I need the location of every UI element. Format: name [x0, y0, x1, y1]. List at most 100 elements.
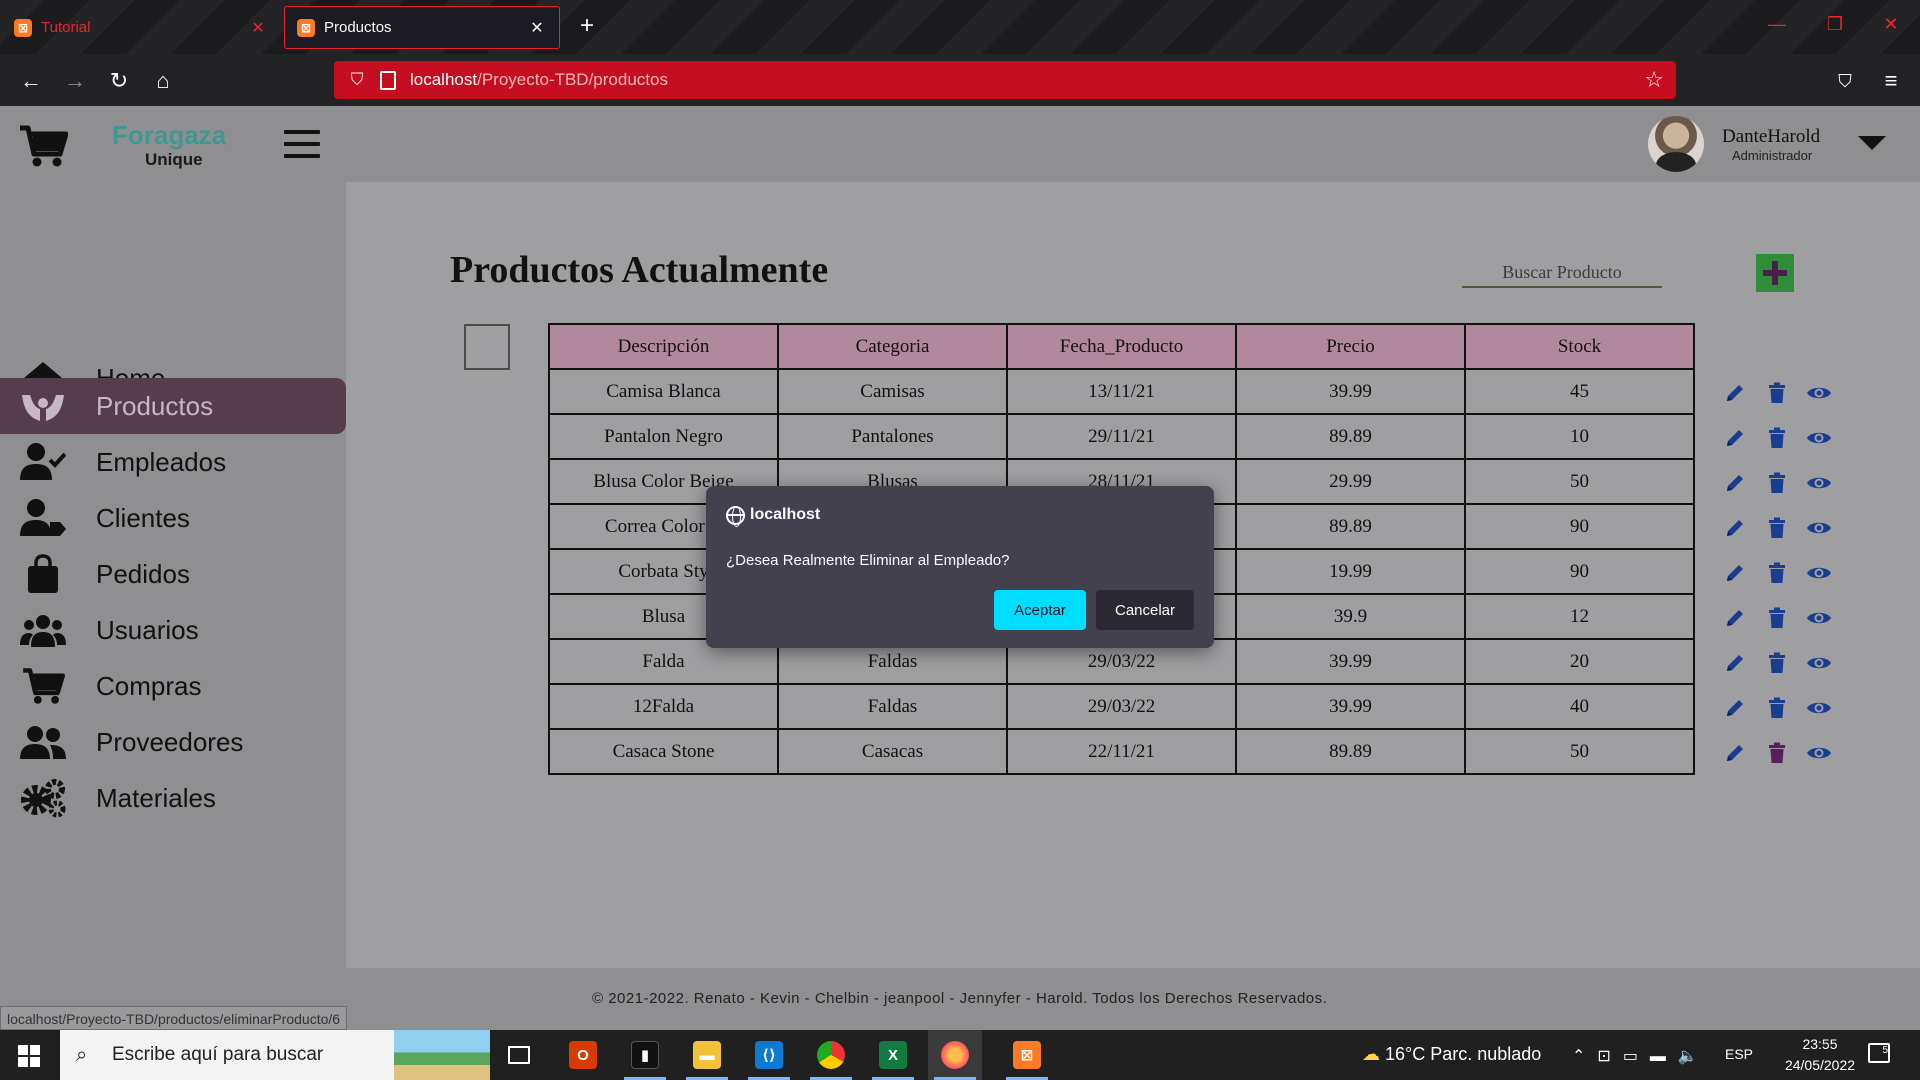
- tab-tutorial[interactable]: ⊠ Tutorial ✕: [2, 6, 280, 49]
- notification-count: 5: [1882, 1045, 1888, 1056]
- view-eye-icon[interactable]: [1798, 505, 1840, 550]
- hamburger-menu-icon[interactable]: [284, 130, 320, 160]
- reload-icon[interactable]: ↻: [104, 66, 134, 96]
- edit-pencil-icon[interactable]: [1714, 415, 1756, 460]
- view-eye-icon[interactable]: [1798, 370, 1840, 415]
- delete-trash-icon[interactable]: [1756, 550, 1798, 595]
- terminal-app-icon[interactable]: ▮: [618, 1030, 672, 1080]
- tab-close-icon[interactable]: ✕: [527, 18, 547, 38]
- table-cell: 39.99: [1235, 368, 1466, 415]
- system-tray-icons[interactable]: ⌃⊡▭▬🔈: [1572, 1046, 1710, 1066]
- select-all-checkbox[interactable]: [464, 324, 510, 370]
- vscode-app-icon[interactable]: ⟨⟩: [742, 1030, 796, 1080]
- view-eye-icon[interactable]: [1798, 685, 1840, 730]
- table-row: 12Falda Faldas 29/03/22 39.99 40: [548, 683, 1695, 730]
- new-tab-button[interactable]: +: [572, 12, 602, 40]
- view-eye-icon[interactable]: [1798, 460, 1840, 505]
- tab-close-icon[interactable]: ✕: [248, 18, 268, 38]
- sidebar-item-empleados[interactable]: Empleados: [0, 434, 346, 490]
- sidebar-item-proveedores[interactable]: Proveedores: [0, 714, 346, 770]
- delete-trash-icon[interactable]: [1756, 415, 1798, 460]
- edit-pencil-icon[interactable]: [1714, 595, 1756, 640]
- pocket-icon[interactable]: ⛉: [1830, 66, 1860, 96]
- notification-center-icon[interactable]: 5: [1868, 1043, 1890, 1063]
- excel-app-icon[interactable]: X: [866, 1030, 920, 1080]
- url-bar[interactable]: ⛉ localhost/Proyecto-TBD/productos ☆: [334, 61, 1676, 99]
- table-cell: 39.99: [1235, 638, 1466, 685]
- delete-trash-icon[interactable]: [1756, 685, 1798, 730]
- view-eye-icon[interactable]: [1798, 640, 1840, 685]
- taskbar-search-box[interactable]: ⌕ Escribe aquí para buscar: [60, 1030, 490, 1080]
- tab-productos[interactable]: ⊠ Productos ✕: [284, 6, 560, 49]
- minimize-icon[interactable]: —: [1762, 14, 1792, 35]
- table-cell: 22/11/21: [1006, 728, 1237, 775]
- browser-tab-bar: ⊠ Tutorial ✕ ⊠ Productos ✕ + — ❐ ✕: [0, 0, 1920, 54]
- weather-widget[interactable]: ☁ 16°C Parc. nublado: [1362, 1044, 1541, 1065]
- edit-pencil-icon[interactable]: [1714, 460, 1756, 505]
- sidebar-item-pedidos[interactable]: Pedidos: [0, 546, 346, 602]
- shopping-bag-icon: [20, 554, 66, 594]
- delete-trash-icon[interactable]: [1756, 370, 1798, 415]
- edit-pencil-icon[interactable]: [1714, 370, 1756, 415]
- sidebar-item-label: Productos: [96, 390, 214, 421]
- search-product-input[interactable]: [1462, 258, 1662, 288]
- weather-cloud-icon: ☁: [1362, 1044, 1380, 1064]
- search-highlight-image: [394, 1030, 490, 1080]
- sidebar-item-compras[interactable]: Compras: [0, 658, 346, 714]
- avatar[interactable]: [1648, 116, 1704, 172]
- cancel-button[interactable]: Cancelar: [1096, 590, 1194, 630]
- delete-trash-icon[interactable]: [1756, 460, 1798, 505]
- view-eye-icon[interactable]: [1798, 550, 1840, 595]
- menu-icon[interactable]: ≡: [1876, 66, 1906, 96]
- sidebar-item-usuarios[interactable]: Usuarios: [0, 602, 346, 658]
- edit-pencil-icon[interactable]: [1714, 730, 1756, 775]
- close-window-icon[interactable]: ✕: [1876, 14, 1906, 35]
- user-menu-caret-icon[interactable]: [1858, 136, 1886, 150]
- delete-trash-icon[interactable]: [1756, 640, 1798, 685]
- edit-pencil-icon[interactable]: [1714, 505, 1756, 550]
- language-indicator[interactable]: ESP: [1725, 1046, 1753, 1062]
- sidebar-item-clientes[interactable]: Clientes: [0, 490, 346, 546]
- page-icon: [380, 70, 396, 90]
- view-eye-icon[interactable]: [1798, 595, 1840, 640]
- column-header: Descripción: [548, 323, 779, 370]
- edit-pencil-icon[interactable]: [1714, 685, 1756, 730]
- add-product-button[interactable]: [1756, 254, 1794, 292]
- file-explorer-icon[interactable]: ▬: [680, 1030, 734, 1080]
- edit-pencil-icon[interactable]: [1714, 640, 1756, 685]
- table-cell: 50: [1464, 728, 1695, 775]
- table-cell: 89.89: [1235, 728, 1466, 775]
- view-eye-icon[interactable]: [1798, 415, 1840, 460]
- table-cell: 20: [1464, 638, 1695, 685]
- firefox-app-icon[interactable]: [928, 1030, 982, 1080]
- task-view-icon[interactable]: [492, 1030, 546, 1080]
- forward-icon[interactable]: →: [60, 66, 90, 96]
- clock-date[interactable]: 24/05/2022: [1770, 1057, 1870, 1073]
- xampp-app-icon[interactable]: ⊠: [1000, 1030, 1054, 1080]
- home-icon[interactable]: ⌂: [148, 66, 178, 96]
- url-host: localhost: [410, 70, 478, 89]
- clock-time[interactable]: 23:55: [1790, 1036, 1850, 1052]
- shield-icon[interactable]: ⛉: [346, 70, 368, 90]
- sidebar-item-materiales[interactable]: Materiales: [0, 770, 346, 826]
- chrome-app-icon[interactable]: [804, 1030, 858, 1080]
- bookmark-star-icon[interactable]: ☆: [1644, 67, 1664, 93]
- delete-trash-icon[interactable]: [1756, 505, 1798, 550]
- sidebar-item-productos[interactable]: Productos: [0, 378, 346, 434]
- delete-trash-icon[interactable]: [1756, 595, 1798, 640]
- table-cell: Casaca Stone: [548, 728, 779, 775]
- view-eye-icon[interactable]: [1798, 730, 1840, 775]
- table-cell: 12: [1464, 593, 1695, 640]
- sidebar: Home Productos Empleados Clientes Pedido…: [0, 182, 346, 968]
- back-icon[interactable]: ←: [16, 66, 46, 96]
- office-app-icon[interactable]: O: [556, 1030, 610, 1080]
- user-tag-icon: [20, 498, 66, 538]
- edit-pencil-icon[interactable]: [1714, 550, 1756, 595]
- accept-button[interactable]: Aceptar: [994, 590, 1086, 630]
- restore-icon[interactable]: ❐: [1820, 14, 1850, 35]
- windows-start-icon[interactable]: [18, 1045, 40, 1067]
- taskbar-search-placeholder: Escribe aquí para buscar: [112, 1044, 324, 1065]
- confirm-dialog: localhost ¿Desea Realmente Eliminar al E…: [706, 486, 1214, 648]
- dialog-host: localhost: [750, 506, 821, 523]
- delete-trash-icon[interactable]: [1756, 730, 1798, 775]
